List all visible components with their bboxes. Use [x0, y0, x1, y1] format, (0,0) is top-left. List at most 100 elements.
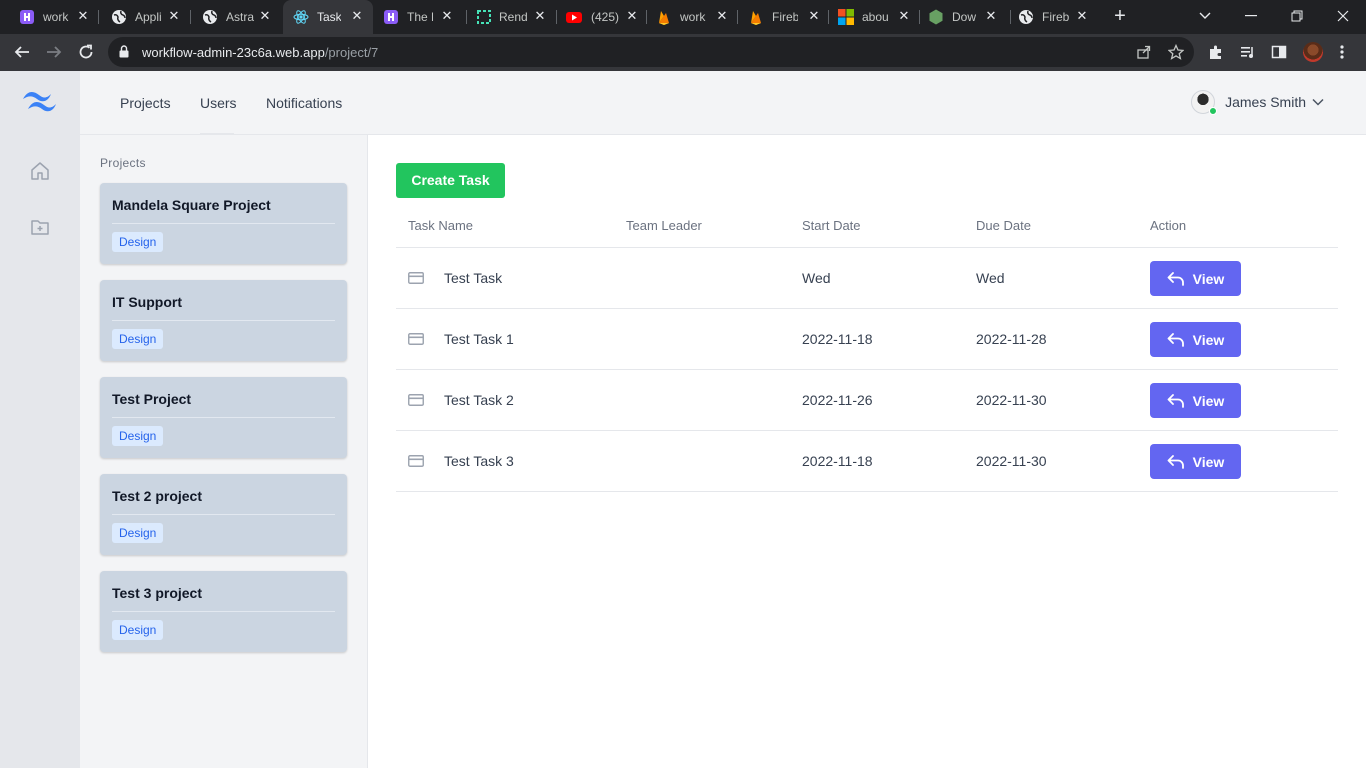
firebase-icon	[656, 9, 672, 25]
table-divider	[396, 430, 1338, 431]
media-queue-icon[interactable]	[1239, 43, 1257, 61]
chevron-down-icon[interactable]	[1312, 96, 1324, 108]
project-badge: Design	[112, 523, 164, 543]
column-header: Team Leader	[626, 218, 702, 233]
minimize-icon[interactable]	[1239, 4, 1263, 28]
lock-icon[interactable]	[119, 45, 129, 63]
credit-card-icon	[408, 394, 424, 406]
folder-add-icon[interactable]	[30, 217, 50, 237]
close-icon[interactable]: ✕	[806, 8, 822, 24]
microsoft-icon	[838, 9, 854, 25]
close-icon[interactable]: ✕	[1074, 8, 1090, 24]
share-icon[interactable]	[1136, 44, 1152, 60]
project-name: IT Support	[112, 294, 182, 310]
back-icon[interactable]	[10, 40, 34, 64]
browser-tab[interactable]: Appli ✕	[92, 0, 183, 34]
browser-tab[interactable]: Dow ✕	[919, 0, 1010, 34]
view-task-button[interactable]: View	[1150, 261, 1241, 296]
render-icon	[476, 9, 492, 25]
browser-tab[interactable]: (425) ✕	[555, 0, 646, 34]
url-host: workflow-admin-23c6a.web.app	[142, 45, 325, 60]
create-task-button[interactable]: Create Task	[396, 163, 505, 198]
top-navigation: Projects Users Notifications James Smith	[80, 71, 1366, 135]
task-name: Test Task 1	[444, 331, 514, 347]
project-badge: Design	[112, 620, 164, 640]
browser-tab[interactable]: work ✕	[646, 0, 737, 34]
browser-tab[interactable]: Rend ✕	[464, 0, 555, 34]
tab-title: abou	[862, 10, 888, 24]
close-icon[interactable]: ✕	[166, 8, 182, 24]
star-icon[interactable]	[1168, 44, 1184, 60]
table-divider	[396, 369, 1338, 370]
task-start-date: 2022-11-18	[802, 453, 873, 469]
credit-card-icon	[408, 455, 424, 467]
restore-icon[interactable]	[1285, 4, 1309, 28]
tailwind-logo-icon[interactable]	[22, 89, 58, 115]
close-icon[interactable]: ✕	[983, 8, 999, 24]
close-icon[interactable]: ✕	[257, 8, 273, 24]
project-card[interactable]: Test 3 project Design	[100, 571, 347, 652]
table-divider	[396, 247, 1338, 248]
tab-search-chevron-icon[interactable]	[1193, 4, 1217, 28]
tab-title: Appli	[135, 10, 162, 24]
project-card[interactable]: Test Project Design	[100, 377, 347, 458]
browser-tab[interactable]: abou ✕	[828, 0, 919, 34]
menu-kebab-icon[interactable]	[1333, 43, 1351, 61]
browser-tab[interactable]: Fireb ✕	[737, 0, 828, 34]
browser-tab[interactable]: Fireb ✕	[1010, 0, 1102, 34]
card-divider	[112, 417, 335, 418]
tab-title: The H	[407, 10, 433, 24]
tab-title: Dow	[952, 10, 977, 24]
reply-arrow-icon	[1167, 271, 1184, 286]
column-header: Start Date	[802, 218, 861, 233]
close-icon[interactable]: ✕	[624, 8, 640, 24]
browser-tab[interactable]: The H ✕	[373, 0, 464, 34]
forward-icon[interactable]	[42, 40, 66, 64]
project-badge: Design	[112, 426, 164, 446]
user-name[interactable]: James Smith	[1225, 94, 1306, 110]
address-bar[interactable]: workflow-admin-23c6a.web.app/project/7	[108, 37, 1194, 67]
firebase-icon	[748, 9, 764, 25]
globe-icon	[1018, 9, 1034, 25]
nav-users-link[interactable]: Users	[200, 95, 237, 111]
project-name: Test Project	[112, 391, 192, 407]
project-card[interactable]: Mandela Square Project Design	[100, 183, 347, 264]
card-divider	[112, 320, 335, 321]
view-task-button[interactable]: View	[1150, 383, 1241, 418]
user-menu[interactable]: James Smith	[1191, 90, 1324, 115]
view-task-button[interactable]: View	[1150, 444, 1241, 479]
close-icon[interactable]: ✕	[896, 8, 912, 24]
app-root: Projects Users Notifications James Smith…	[0, 71, 1366, 768]
view-button-label: View	[1192, 392, 1225, 409]
browser-tab-active[interactable]: Task I ✕	[283, 0, 373, 34]
table-divider	[396, 308, 1338, 309]
task-due-date: 2022-11-28	[976, 331, 1047, 347]
projects-sidebar: Projects Mandela Square Project Design I…	[80, 135, 368, 768]
view-task-button[interactable]: View	[1150, 322, 1241, 357]
project-card[interactable]: Test 2 project Design	[100, 474, 347, 555]
side-panel-icon[interactable]	[1270, 43, 1288, 61]
project-badge: Design	[112, 232, 164, 252]
close-window-icon[interactable]	[1331, 4, 1355, 28]
task-name: Test Task 3	[444, 453, 514, 469]
browser-tab[interactable]: Astra ✕	[183, 0, 274, 34]
browser-tab[interactable]: work ✕	[0, 0, 92, 34]
user-avatar[interactable]	[1191, 90, 1218, 115]
nav-projects-link[interactable]: Projects	[120, 95, 171, 111]
project-card[interactable]: IT Support Design	[100, 280, 347, 361]
home-icon[interactable]	[30, 161, 50, 181]
close-icon[interactable]: ✕	[349, 8, 365, 24]
reload-icon[interactable]	[74, 40, 98, 64]
nav-notifications-link[interactable]: Notifications	[266, 95, 342, 111]
browser-toolbar: workflow-admin-23c6a.web.app/project/7	[0, 34, 1366, 71]
extensions-icon[interactable]	[1207, 43, 1225, 61]
browser-tab-bar: work ✕ Appli ✕ Astra ✕ Task I ✕ The H ✕	[0, 0, 1366, 34]
close-icon[interactable]: ✕	[532, 8, 548, 24]
close-icon[interactable]: ✕	[714, 8, 730, 24]
tab-title: work	[43, 10, 69, 24]
tab-title: (425)	[591, 10, 619, 24]
new-tab-button[interactable]: +	[1110, 6, 1130, 26]
profile-avatar[interactable]	[1303, 42, 1323, 62]
close-icon[interactable]: ✕	[439, 8, 455, 24]
close-icon[interactable]: ✕	[75, 8, 91, 24]
